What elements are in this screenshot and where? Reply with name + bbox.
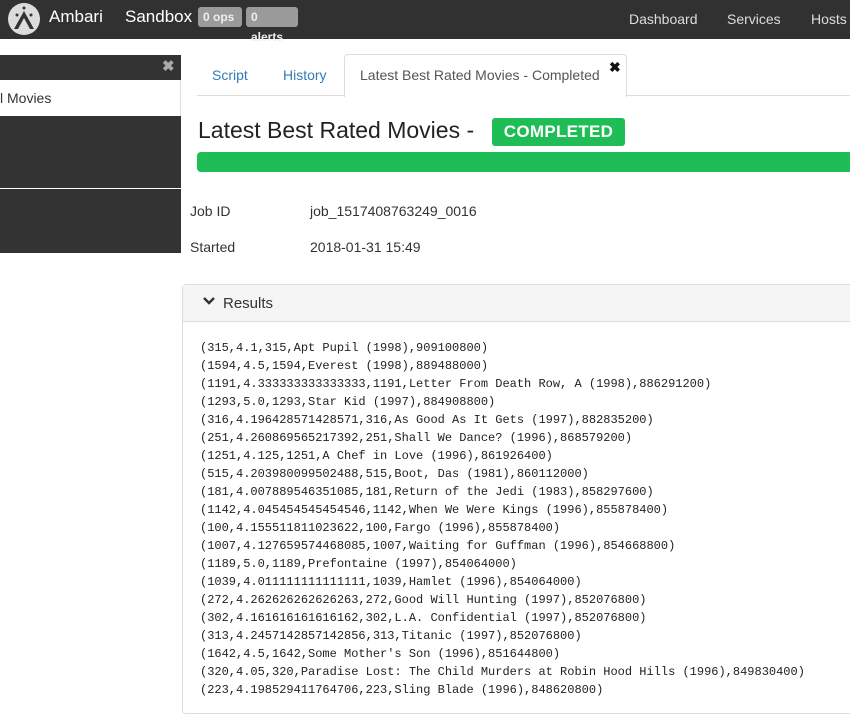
result-line: (1251,4.125,1251,A Chef in Love (1996),8… [200, 449, 553, 463]
results-panel: Results (315,4.1,315,Apt Pupil (1998),90… [182, 284, 850, 714]
started-value: 2018-01-31 15:49 [310, 239, 421, 255]
alerts-badge[interactable]: 0 alerts [246, 7, 298, 44]
sidebar-header [0, 55, 181, 80]
result-line: (320,4.05,320,Paradise Lost: The Child M… [200, 665, 805, 679]
result-line: (1142,4.045454545454546,1142,When We Wer… [200, 503, 669, 517]
result-line: (1039,4.011111111111111,1039,Hamlet (199… [200, 575, 582, 589]
status-badge: COMPLETED [492, 118, 625, 146]
tab-history[interactable]: History [283, 67, 327, 83]
tab-close-icon[interactable]: ✖ [609, 59, 621, 76]
result-line: (1594,4.5,1594,Everest (1998),889488000) [200, 359, 489, 373]
nav-hosts[interactable]: Hosts [811, 11, 847, 27]
result-line: (313,4.2457142857142856,313,Titanic (199… [200, 629, 582, 643]
result-line: (1191,4.333333333333333,1191,Letter From… [200, 377, 712, 391]
nav-services[interactable]: Services [727, 11, 781, 27]
result-line: (181,4.007889546351085,181,Return of the… [200, 485, 654, 499]
result-line: (223,4.198529411764706,223,Sling Blade (… [200, 683, 604, 697]
job-id-label: Job ID [190, 203, 231, 219]
tab-job-result-label: Latest Best Rated Movies - Completed [360, 67, 600, 83]
sidebar-section [0, 116, 181, 188]
result-line: (1293,5.0,1293,Star Kid (1997),884908800… [200, 395, 496, 409]
result-line: (315,4.1,315,Apt Pupil (1998),909100800) [200, 341, 489, 355]
page-title: Latest Best Rated Movies - [198, 117, 475, 143]
tab-job-result[interactable]: Latest Best Rated Movies - Completed ✖ [344, 54, 627, 97]
result-line: (251,4.260869565217392,251,Shall We Danc… [200, 431, 633, 445]
result-line: (515,4.203980099502488,515,Boot, Das (19… [200, 467, 589, 481]
chevron-down-icon[interactable] [202, 294, 216, 308]
result-line: (100,4.155511811023622,100,Fargo (1996),… [200, 521, 561, 535]
top-navbar: Ambari Sandbox 0 ops 0 alerts Dashboard … [0, 0, 850, 44]
result-line: (316,4.196428571428571,316,As Good As It… [200, 413, 654, 427]
job-id-value: job_1517408763249_0016 [310, 203, 477, 219]
nav-dashboard[interactable]: Dashboard [629, 11, 698, 27]
started-label: Started [190, 239, 236, 255]
results-list: (315,4.1,315,Apt Pupil (1998),909100800)… [200, 339, 805, 699]
results-panel-heading[interactable]: Results [183, 285, 850, 322]
tab-script[interactable]: Script [212, 67, 248, 83]
sidebar-section [0, 189, 181, 253]
brand-name[interactable]: Ambari [49, 7, 103, 27]
ambari-logo-icon[interactable] [8, 3, 40, 35]
result-line: (1189,5.0,1189,Prefontaine (1997),854064… [200, 557, 517, 571]
results-title: Results [223, 295, 274, 312]
ops-badge[interactable]: 0 ops [198, 7, 242, 27]
sidebar-item-label: l Movies [0, 90, 52, 106]
job-progress-bar [197, 152, 850, 172]
result-line: (272,4.262626262626263,272,Good Will Hun… [200, 593, 647, 607]
result-line: (1007,4.127659574468085,1007,Waiting for… [200, 539, 676, 553]
result-line: (1642,4.5,1642,Some Mother's Son (1996),… [200, 647, 561, 661]
sidebar-item-movies[interactable]: l Movies [0, 80, 181, 116]
result-line: (302,4.161616161616162,302,L.A. Confiden… [200, 611, 647, 625]
sidebar-close-icon[interactable]: ✖ [162, 58, 175, 76]
job-progress-fill [197, 152, 850, 172]
cluster-name[interactable]: Sandbox [125, 7, 192, 27]
